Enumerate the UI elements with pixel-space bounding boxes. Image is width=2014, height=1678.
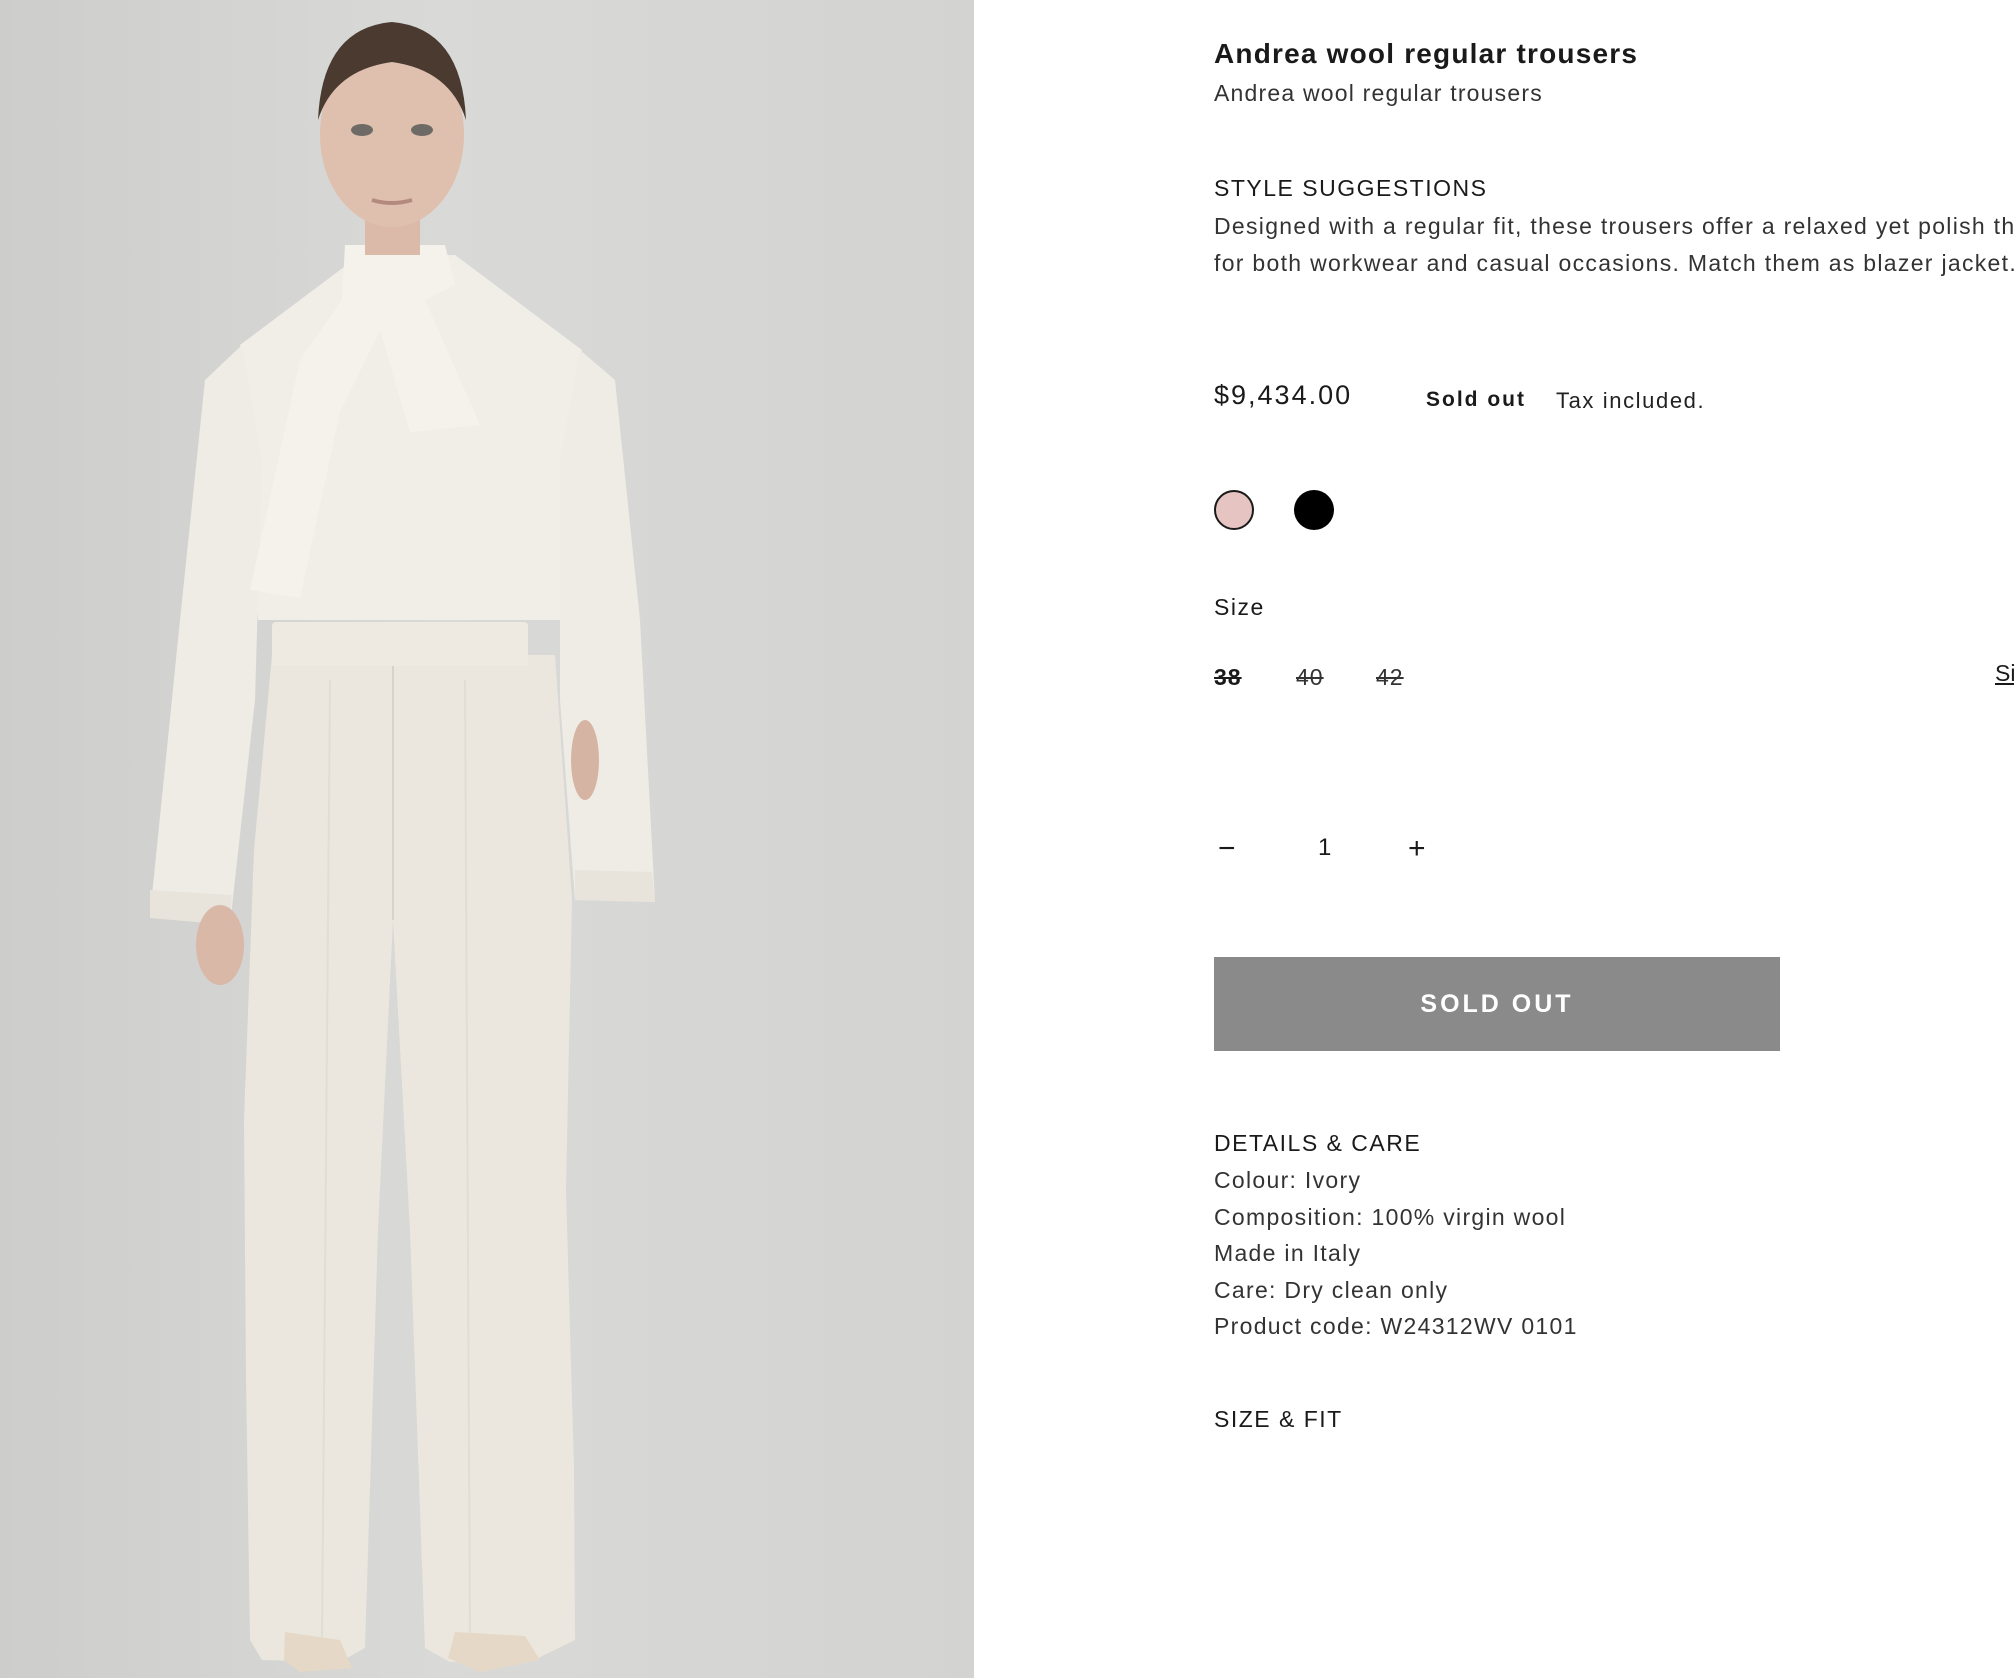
size-option-38[interactable]: 38 — [1214, 664, 1242, 691]
product-price: $9,434.00 — [1214, 380, 1353, 410]
quantity-decrease-button[interactable]: − — [1218, 832, 1236, 866]
details-list: Colour: Ivory Composition: 100% virgin w… — [1214, 1162, 1578, 1345]
model-illustration — [150, 22, 655, 1672]
detail-care: Care: Dry clean only — [1214, 1276, 1449, 1303]
size-option-42[interactable]: 42 — [1376, 664, 1404, 691]
product-image[interactable] — [0, 0, 974, 1678]
detail-colour: Colour: Ivory — [1214, 1167, 1362, 1193]
quantity-value[interactable]: 1 — [1318, 834, 1331, 862]
style-suggestions-text: Designed with a regular fit, these trous… — [1214, 213, 2014, 276]
style-suggestions-heading: STYLE SUGGESTIONS — [1214, 175, 1488, 201]
size-guide-link[interactable]: Si — [1995, 660, 2014, 687]
quantity-increase-button[interactable]: + — [1408, 832, 1426, 866]
color-swatch-pink[interactable] — [1214, 490, 1254, 530]
details-care-heading[interactable]: DETAILS & CARE — [1214, 1130, 1421, 1157]
detail-origin: Made in Italy — [1214, 1240, 1362, 1266]
product-page: Andrea wool regular trousers Andrea wool… — [0, 0, 2014, 1678]
sold-out-button[interactable]: SOLD OUT — [1214, 957, 1780, 1051]
size-label: Size — [1214, 594, 1265, 620]
tax-note: Tax included. — [1556, 388, 1706, 413]
product-title: Andrea wool regular trousers — [1214, 38, 1639, 69]
size-fit-heading[interactable]: SIZE & FIT — [1214, 1406, 1343, 1433]
product-subtitle: Andrea wool regular trousers — [1214, 80, 1543, 106]
size-option-40[interactable]: 40 — [1296, 664, 1324, 691]
detail-product-code: Product code: W24312WV 0101 — [1214, 1313, 1578, 1339]
product-info: Andrea wool regular trousers Andrea wool… — [1214, 0, 2014, 1678]
detail-composition: Composition: 100% virgin wool — [1214, 1203, 1567, 1230]
color-swatch-black[interactable] — [1294, 490, 1334, 530]
stock-status-badge: Sold out — [1426, 388, 1526, 411]
